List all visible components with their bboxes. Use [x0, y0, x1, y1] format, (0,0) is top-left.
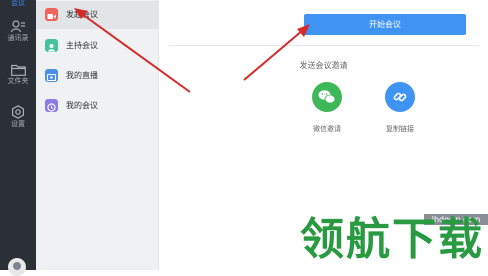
gear-icon — [12, 105, 24, 119]
rail-item-label: 文件夹 — [7, 77, 29, 85]
avatar[interactable] — [8, 258, 26, 276]
clock-icon — [45, 99, 58, 112]
host-meeting-icon — [45, 39, 58, 52]
wechat-invite-button[interactable]: 微信邀请 — [297, 82, 357, 134]
rail-item-label: 会议 — [11, 0, 25, 7]
copy-link-label: 复制链接 — [386, 125, 414, 133]
sidebar-item-label: 主持会议 — [66, 41, 98, 50]
folder-icon — [10, 64, 26, 76]
rail-item-settings[interactable]: 设置 — [0, 105, 36, 129]
live-stream-icon — [45, 69, 58, 82]
wechat-invite-label: 微信邀请 — [313, 125, 341, 133]
left-nav-rail: 会议 通讯录 文件夹 设置 — [0, 0, 36, 276]
rail-item-label: 通讯录 — [7, 34, 29, 42]
rail-item-contacts[interactable]: 通讯录 — [0, 20, 36, 43]
start-meeting-button[interactable]: 开始会议 — [304, 14, 466, 35]
rail-item-meeting[interactable]: 会议 — [0, 0, 36, 8]
copy-link-button[interactable]: 复制链接 — [370, 82, 430, 134]
meeting-sidebar: 发起会议 主持会议 我的直播 我的会议 — [36, 0, 159, 270]
start-meeting-icon — [45, 8, 58, 21]
sidebar-item-label: 发起会议 — [66, 10, 98, 19]
sidebar-item-host-meeting[interactable]: 主持会议 — [36, 32, 158, 60]
rail-item-folder[interactable]: 文件夹 — [0, 64, 36, 86]
sidebar-item-label: 我的会议 — [66, 101, 98, 110]
rail-item-label: 设置 — [11, 120, 25, 128]
wechat-icon — [312, 82, 342, 112]
watermark-logo-text: 领航下载 — [300, 214, 484, 265]
invite-section-title: 发送会议邀请 — [299, 61, 348, 70]
link-icon — [385, 82, 415, 112]
divider — [169, 45, 479, 46]
contacts-icon — [11, 20, 25, 33]
sidebar-item-my-meetings[interactable]: 我的会议 — [36, 92, 158, 120]
sidebar-item-label: 我的直播 — [66, 71, 98, 80]
sidebar-item-start-meeting[interactable]: 发起会议 — [36, 1, 158, 29]
sidebar-item-my-live[interactable]: 我的直播 — [36, 62, 158, 90]
